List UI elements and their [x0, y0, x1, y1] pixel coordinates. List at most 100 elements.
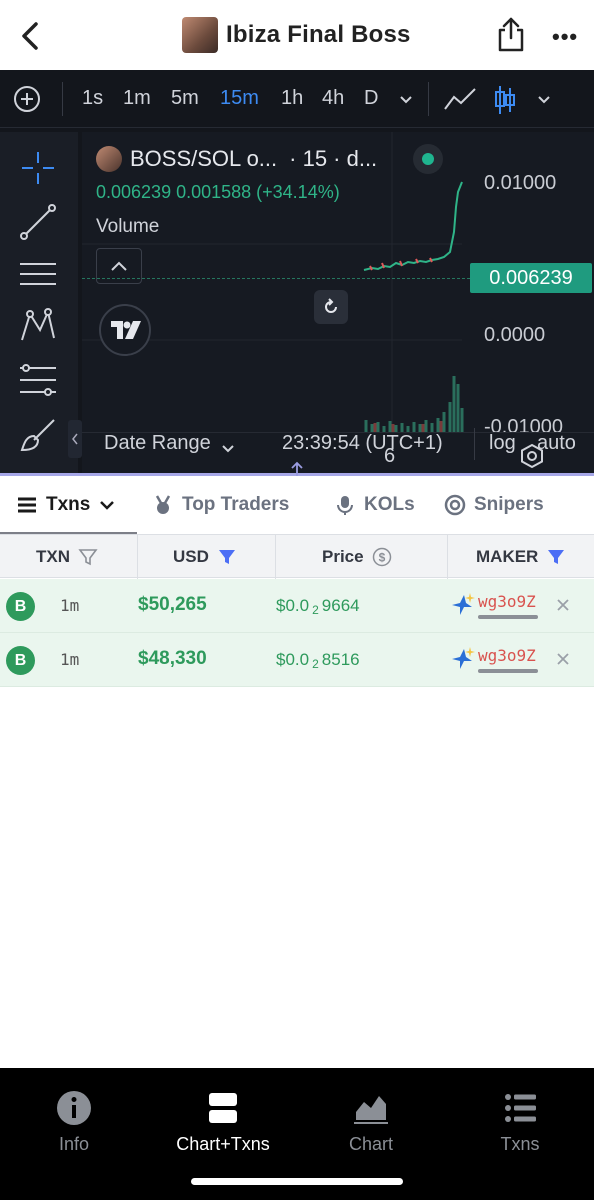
maker-bar	[478, 669, 538, 673]
column-txn[interactable]: TXN	[36, 535, 98, 579]
line-chart-icon[interactable]	[443, 85, 477, 113]
txn-age: 1m	[60, 596, 80, 615]
collapse-toolbar-button[interactable]	[68, 420, 82, 458]
candlestick-icon[interactable]	[493, 84, 517, 116]
maker-bar	[478, 615, 538, 619]
add-indicator-icon[interactable]	[12, 84, 42, 114]
auto-scale-toggle[interactable]: auto	[537, 432, 576, 455]
column-maker[interactable]: MAKER	[476, 535, 566, 579]
list-icon	[18, 497, 36, 513]
close-icon[interactable]	[553, 595, 573, 615]
timeframe-1m[interactable]: 1m	[123, 87, 151, 110]
tab-top-traders[interactable]: Top Traders	[152, 494, 289, 516]
trend-line-icon[interactable]	[18, 202, 58, 242]
filter-active-icon[interactable]	[217, 547, 237, 567]
tab-label: Txns	[46, 494, 91, 515]
timeframe-1h[interactable]: 1h	[281, 87, 303, 110]
timeframe-15m[interactable]: 15m	[220, 87, 259, 110]
tab-txns[interactable]: Txns	[16, 494, 116, 516]
back-arrow-icon[interactable]	[14, 18, 46, 54]
chart-panel: 1s 1m 5m 15m 1h 4h D BOSS/SOL o... · 15 …	[0, 70, 594, 475]
column-label: MAKER	[476, 547, 539, 566]
pattern-icon[interactable]	[18, 306, 58, 346]
chevron-down-icon[interactable]	[535, 90, 553, 108]
nav-chart[interactable]: Chart	[311, 1088, 431, 1155]
last-price-tag: 0.006239	[470, 263, 592, 293]
nav-label: Chart+Txns	[176, 1134, 270, 1154]
maker-address[interactable]: wg3o9Z	[478, 646, 536, 665]
area-chart-icon	[354, 1096, 388, 1124]
column-label: Price	[322, 547, 364, 566]
svg-text:$: $	[378, 551, 385, 565]
timeframe-1s[interactable]: 1s	[82, 87, 103, 110]
toolbar-divider	[428, 82, 429, 116]
column-divider	[275, 535, 276, 579]
currency-icon[interactable]: $	[372, 547, 392, 567]
column-label: TXN	[36, 547, 70, 566]
horizontal-lines-icon[interactable]	[18, 254, 58, 294]
txn-usd: $50,265	[138, 594, 207, 615]
timeframe-4h[interactable]: 4h	[322, 87, 344, 110]
close-icon[interactable]	[553, 649, 573, 669]
nav-txns[interactable]: Txns	[460, 1088, 580, 1155]
nav-chart-txns[interactable]: Chart+Txns	[163, 1088, 283, 1155]
live-status-icon	[413, 144, 443, 174]
token-avatar	[182, 17, 218, 53]
table-header: TXN USD Price $ MAKER	[0, 534, 594, 579]
list-icon	[505, 1094, 536, 1122]
chevron-up-icon	[111, 261, 127, 271]
tradingview-icon	[111, 321, 141, 339]
target-icon	[444, 494, 466, 516]
tab-label: Top Traders	[182, 494, 290, 515]
timeframe-5m[interactable]: 5m	[171, 87, 199, 110]
drawing-toolbar	[0, 132, 82, 475]
tradingview-logo[interactable]	[99, 304, 151, 356]
microphone-icon	[337, 496, 353, 515]
chart-clock: 23:39:54 (UTC+1)	[282, 432, 443, 454]
maker-address[interactable]: wg3o9Z	[478, 592, 536, 611]
txn-tabs: Txns Top Traders KOLs Snipers	[0, 476, 594, 535]
info-icon	[57, 1091, 91, 1125]
timeframe-d[interactable]: D	[364, 87, 378, 110]
chevron-down-icon[interactable]	[397, 90, 415, 108]
medal-icon	[155, 495, 171, 514]
brush-icon[interactable]	[18, 414, 58, 454]
log-scale-toggle[interactable]: log	[489, 432, 516, 455]
txn-price: $0.0 2 9664	[276, 596, 360, 617]
crosshair-icon[interactable]	[18, 148, 58, 188]
chevron-down-icon[interactable]	[220, 440, 236, 456]
symbol-avatar	[96, 146, 122, 172]
table-row[interactable]: B 1m $50,265 $0.0 2 9664 wg3o9Z	[0, 579, 594, 633]
toolbar-divider	[62, 82, 63, 116]
price-axis-label: 0.01000	[484, 172, 557, 194]
column-usd[interactable]: USD	[173, 535, 237, 579]
fibonacci-icon[interactable]	[18, 360, 58, 400]
ohlc-values: 0.006239 0.001588 (+34.14%)	[96, 182, 340, 202]
chevron-down-icon	[100, 501, 115, 510]
nav-label: Chart	[348, 1134, 393, 1154]
column-price[interactable]: Price $	[322, 535, 392, 579]
date-range-button[interactable]: Date Range	[104, 432, 211, 455]
nav-info[interactable]: Info	[14, 1088, 134, 1155]
filter-icon[interactable]	[78, 547, 98, 567]
column-divider	[137, 535, 138, 579]
symbol-interval: · 15 · d...	[289, 146, 378, 171]
tab-label: Snipers	[474, 494, 544, 515]
rotate-icon	[325, 298, 337, 313]
buy-badge: B	[6, 592, 35, 621]
txn-price: $0.0 2 8516	[276, 650, 360, 671]
tab-snipers[interactable]: Snipers	[444, 494, 544, 516]
more-options-icon[interactable]: •••	[552, 24, 578, 50]
column-divider	[447, 535, 448, 579]
txn-age: 1m	[60, 650, 80, 669]
tab-kols[interactable]: KOLs	[334, 494, 415, 516]
split-view-icon	[209, 1093, 237, 1123]
nav-label: Info	[58, 1134, 90, 1154]
share-icon[interactable]	[496, 16, 526, 54]
table-row[interactable]: B 1m $48,330 $0.0 2 8516 wg3o9Z	[0, 633, 594, 687]
price-axis[interactable]: 0.01000 0.0000 -0.01000 0.006239	[462, 132, 594, 438]
reset-chart-button[interactable]	[314, 290, 348, 324]
symbol-label[interactable]: BOSS/SOL o... · 15 · d...	[96, 146, 377, 172]
expand-legend-button[interactable]	[96, 248, 142, 284]
filter-active-icon[interactable]	[546, 547, 566, 567]
